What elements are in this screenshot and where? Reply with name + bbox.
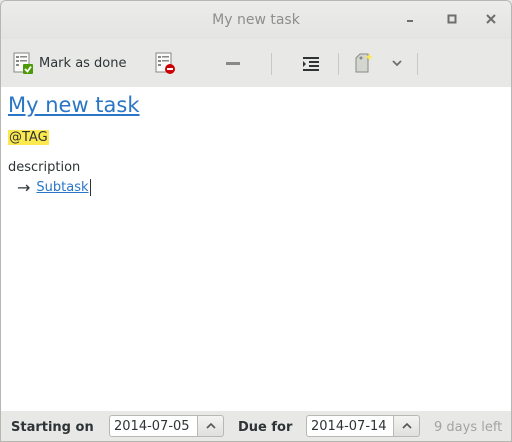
task-text-editor[interactable]: My new task @TAG description → Subtask	[1, 87, 511, 411]
mark-as-done-label: Mark as done	[39, 55, 127, 71]
start-date-picker-button[interactable]	[198, 415, 224, 437]
days-left-label: 9 days left	[434, 420, 503, 435]
start-date-input[interactable]: 2014-07-05	[109, 415, 198, 437]
delete-icon	[226, 62, 240, 65]
chevron-up-icon	[205, 422, 216, 429]
add-tag-icon	[355, 53, 373, 73]
task-description[interactable]: description	[8, 160, 80, 175]
due-date-picker-button[interactable]	[394, 415, 420, 437]
toolbar: Mark as done	[1, 39, 511, 87]
maximize-icon[interactable]	[444, 11, 460, 27]
minimize-icon[interactable]	[402, 11, 418, 27]
date-bar: Starting on 2014-07-05 Due for 2014-07-1…	[1, 411, 511, 441]
toolbar-separator	[417, 53, 418, 75]
subtask-arrow: →	[17, 178, 31, 197]
dismiss-icon	[155, 52, 175, 74]
close-icon[interactable]	[483, 11, 499, 27]
tag-label[interactable]: @TAG	[8, 130, 49, 145]
task-done-icon	[13, 52, 33, 74]
add-tag-button[interactable]	[351, 47, 375, 79]
add-tag-menu-button[interactable]	[389, 47, 405, 79]
start-date-label: Starting on	[11, 420, 94, 435]
mark-as-done-button[interactable]: Mark as done	[11, 47, 127, 79]
task-editor-window: My new task Mark as done My new task @TA…	[0, 0, 512, 442]
title-bar: My new task	[1, 1, 511, 39]
chevron-up-icon	[401, 422, 412, 429]
subtask-link[interactable]: Subtask	[36, 180, 88, 195]
chevron-down-icon	[392, 60, 402, 67]
due-date-label: Due for	[238, 420, 293, 435]
text-cursor	[89, 179, 91, 196]
task-title[interactable]: My new task	[8, 93, 140, 117]
window-title: My new task	[212, 12, 300, 28]
indent-button[interactable]	[299, 47, 323, 79]
indent-icon	[303, 57, 319, 71]
toolbar-separator	[271, 53, 272, 75]
dismiss-button[interactable]	[153, 47, 177, 79]
due-date-input[interactable]: 2014-07-14	[306, 415, 394, 437]
subtask-row: → Subtask	[17, 178, 91, 197]
toolbar-separator	[338, 53, 339, 75]
delete-button[interactable]	[221, 47, 245, 79]
